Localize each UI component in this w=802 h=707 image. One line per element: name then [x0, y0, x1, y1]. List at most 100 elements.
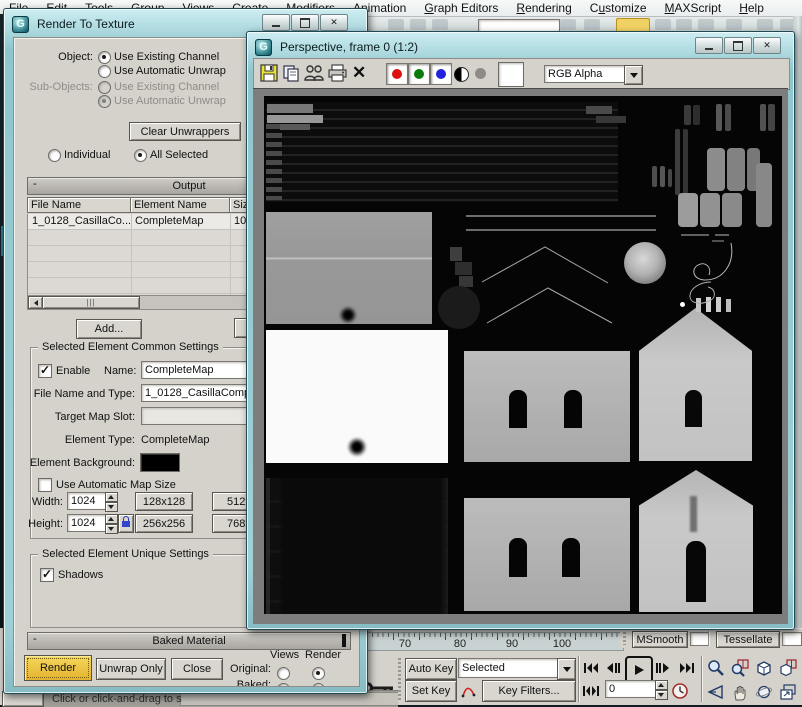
original-render-radio[interactable]	[312, 667, 325, 680]
lock-aspect-button[interactable]	[118, 514, 134, 533]
auto-map-size-checkbox[interactable]	[38, 478, 52, 492]
toolbar-icon[interactable]	[432, 19, 448, 30]
toolbar-grip[interactable]	[623, 632, 626, 645]
subobjects-option-1-radio[interactable]	[98, 81, 111, 94]
field-of-view-button[interactable]	[705, 681, 727, 703]
size-128-button[interactable]: 128x128	[135, 492, 193, 511]
object-option-1-radio[interactable]	[98, 51, 111, 64]
go-to-end-button[interactable]	[677, 657, 697, 679]
rendered-texture-canvas[interactable]	[264, 96, 782, 614]
toolbar-icon[interactable]	[676, 19, 692, 30]
baked-render-radio[interactable]	[312, 683, 325, 687]
selection-set-dropdown[interactable]: Selected	[458, 658, 565, 678]
timeline-ruler[interactable]: 708090100	[340, 632, 624, 651]
menu-customize[interactable]: Customize	[581, 1, 656, 15]
go-to-start-button[interactable]	[581, 657, 601, 679]
size-256-button[interactable]: 256x256	[135, 514, 193, 533]
maximize-button[interactable]	[724, 37, 752, 54]
tessellate-button[interactable]: Tessellate	[716, 631, 780, 648]
set-key-filters-curve-button[interactable]	[458, 680, 480, 702]
toolbar-icon[interactable]	[410, 19, 426, 30]
time-configuration-button[interactable]	[669, 680, 691, 702]
object-option-2-radio[interactable]	[98, 65, 111, 78]
alpha-channel-button[interactable]	[475, 68, 486, 79]
toolbar-icon[interactable]	[388, 19, 404, 30]
unique-settings-title: Selected Element Unique Settings	[38, 548, 213, 560]
msmooth-option-box[interactable]	[690, 632, 710, 646]
zoom-extents-all-button[interactable]	[777, 657, 799, 679]
key-mode-toggle-button[interactable]	[581, 680, 601, 702]
unwrap-only-button[interactable]: Unwrap Only	[96, 658, 166, 680]
frame-spinner[interactable]	[655, 680, 668, 700]
shadows-checkbox[interactable]	[40, 568, 54, 582]
minimize-button[interactable]	[262, 14, 290, 31]
add-element-button[interactable]: Add...	[76, 319, 142, 339]
clear-button[interactable]: ✕	[352, 63, 366, 83]
timeline-tick-label: 70	[399, 638, 411, 650]
tessellate-option-box[interactable]	[782, 632, 802, 646]
green-channel-button[interactable]	[408, 63, 430, 85]
blue-channel-button[interactable]	[430, 63, 452, 85]
toolbar-icon[interactable]	[757, 19, 773, 30]
timeline-tick-label: 80	[454, 638, 466, 650]
maximize-viewport-toggle-button[interactable]	[777, 681, 799, 703]
toolbar-icon[interactable]	[584, 19, 600, 30]
pan-button[interactable]	[729, 681, 751, 703]
mode-all-selected-label: All Selected	[150, 149, 208, 161]
close-button[interactable]: ✕	[753, 37, 781, 54]
channel-dropdown-arrow[interactable]	[624, 65, 643, 85]
clear-unwrappers-button[interactable]: Clear Unwrappers	[129, 122, 241, 141]
render-window-title-bar[interactable]: G Perspective, frame 0 (1:2)	[255, 36, 685, 58]
toolbar-grip[interactable]	[398, 658, 401, 700]
save-bitmap-button[interactable]	[260, 64, 278, 82]
red-channel-button[interactable]	[386, 63, 408, 85]
maximize-button[interactable]	[291, 14, 319, 31]
minimize-button[interactable]	[695, 37, 723, 54]
channels-button[interactable]	[304, 64, 324, 82]
mode-individual-radio[interactable]	[48, 149, 61, 162]
mode-all-selected-radio[interactable]	[134, 149, 147, 162]
height-spinner[interactable]	[105, 514, 118, 534]
zoom-extents-button[interactable]	[753, 657, 775, 679]
monochrome-button[interactable]	[454, 67, 469, 82]
element-background-swatch[interactable]	[140, 453, 180, 472]
toolbar-icon[interactable]	[698, 19, 714, 30]
render-button[interactable]: Render	[24, 655, 92, 681]
file-name-type-label: File Name and Type:	[14, 388, 135, 400]
toolbar-icon[interactable]	[655, 19, 671, 30]
zoom-all-button[interactable]	[729, 657, 751, 679]
previous-frame-button[interactable]	[603, 657, 623, 679]
print-button[interactable]	[328, 64, 347, 82]
baked-material-rollout-header[interactable]: - Baked Material	[27, 632, 351, 650]
menu-maxscript[interactable]: MAXScript	[656, 1, 731, 15]
auto-key-button[interactable]: Auto Key	[405, 658, 457, 680]
zoom-button[interactable]	[705, 657, 727, 679]
toolbar-icon[interactable]	[726, 19, 742, 30]
selection-set-dropdown-arrow[interactable]	[557, 658, 576, 680]
toolbar-icon[interactable]	[560, 19, 576, 30]
next-frame-button[interactable]	[653, 657, 673, 679]
enable-checkbox[interactable]	[38, 364, 52, 378]
width-spinner[interactable]	[105, 492, 118, 512]
key-filters-button[interactable]: Key Filters...	[482, 680, 576, 702]
baked-material-title: Baked Material	[152, 635, 225, 647]
set-key-button[interactable]: Set Key	[405, 680, 457, 702]
clear-color-swatch[interactable]	[498, 62, 524, 87]
column-header-file-name[interactable]: File Name	[27, 197, 136, 213]
baked-views-radio[interactable]	[277, 683, 290, 687]
clone-window-button[interactable]	[282, 64, 300, 82]
channel-display-dropdown[interactable]: RGB Alpha	[544, 65, 632, 83]
menu-help[interactable]: Help	[730, 1, 773, 15]
menu-graph-editors[interactable]: Graph Editors	[415, 1, 507, 15]
column-header-element-name[interactable]: Element Name	[130, 197, 235, 213]
current-frame-field[interactable]: 0	[605, 680, 661, 698]
close-button[interactable]: ✕	[320, 14, 348, 31]
subobjects-option-2-radio[interactable]	[98, 95, 111, 108]
cube-icon	[755, 659, 773, 677]
original-views-radio[interactable]	[277, 667, 290, 680]
scroll-thumb[interactable]: |||	[42, 296, 140, 309]
scroll-left-arrow[interactable]	[28, 296, 43, 309]
menu-rendering[interactable]: Rendering	[507, 1, 580, 15]
orbit-button[interactable]	[753, 681, 775, 703]
msmooth-button[interactable]: MSmooth	[632, 631, 688, 648]
